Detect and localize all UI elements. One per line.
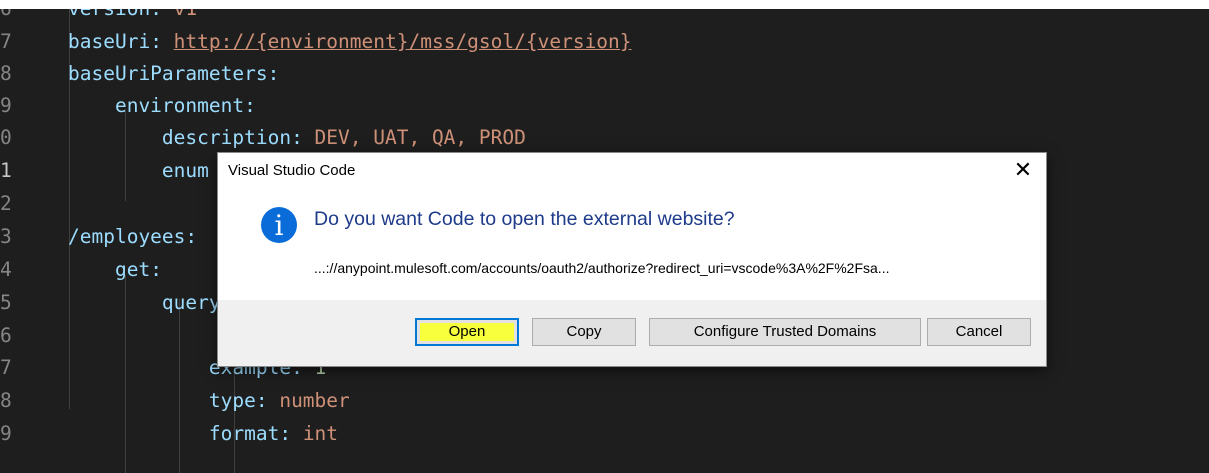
open-button[interactable]: Open	[415, 318, 519, 346]
code-token: v1	[174, 9, 197, 20]
configure-trusted-domains-button[interactable]: Configure Trusted Domains	[649, 318, 921, 346]
info-glyph: i	[274, 209, 284, 242]
code-line[interactable]: 8 baseUriParameters:	[0, 57, 1209, 90]
dialog-message: Do you want Code to open the external we…	[314, 208, 735, 230]
code-token: version	[68, 9, 150, 20]
dialog-button-bar: Open Copy Configure Trusted Domains Canc…	[218, 300, 1046, 366]
code-token: :	[279, 422, 303, 445]
line-number: 9	[0, 94, 12, 117]
code-token: description	[68, 126, 292, 149]
copy-button[interactable]: Copy	[532, 318, 636, 346]
code-token: :	[150, 9, 173, 20]
code-token: :	[291, 126, 315, 149]
code-token: get	[68, 258, 151, 281]
code-token: :	[267, 62, 280, 85]
info-icon: i	[261, 207, 297, 243]
code-token: :	[150, 30, 174, 53]
code-token: http://{environment}/mss/gsol/{version}	[173, 30, 632, 53]
open-button-label: Open	[448, 323, 486, 340]
line-number: 4	[0, 258, 12, 281]
close-button[interactable]: ✕	[1000, 153, 1046, 187]
code-line[interactable]: 7 baseUri: http://{environment}/mss/gsol/…	[0, 25, 1209, 58]
code-text: /employees:	[68, 220, 197, 253]
code-token: environment	[68, 94, 245, 117]
code-line[interactable]: 0 description: DEV, UAT, QA, PROD	[0, 121, 1209, 154]
code-token: :	[185, 225, 198, 248]
code-token: format	[68, 422, 280, 445]
code-text: format: int	[68, 417, 338, 450]
code-token: baseUri	[68, 30, 151, 53]
line-number: 1	[0, 159, 12, 182]
code-token: number	[279, 389, 350, 412]
line-number: 8	[0, 62, 12, 85]
line-number: 7	[0, 30, 12, 53]
cancel-button[interactable]: Cancel	[927, 318, 1031, 346]
code-token: type	[68, 389, 256, 412]
code-text: version: v1	[68, 9, 197, 25]
code-line[interactable]: 8 type: number	[0, 384, 1209, 417]
line-number: 3	[0, 225, 12, 248]
code-line[interactable]: 9 format: int	[0, 417, 1209, 450]
code-text: baseUriParameters:	[68, 57, 279, 90]
code-token: baseUriParameters	[68, 62, 268, 85]
code-text: description: DEV, UAT, QA, PROD	[68, 121, 526, 154]
dialog-title: Visual Studio Code	[228, 162, 356, 179]
line-number: 9	[0, 422, 12, 445]
code-text: type: number	[68, 384, 350, 417]
code-text: baseUri: http://{environment}/mss/gsol/{…	[68, 25, 632, 58]
code-token: int	[302, 422, 339, 445]
dialog-url: ...://anypoint.mulesoft.com/accounts/oau…	[314, 260, 890, 276]
code-token: enum	[68, 159, 209, 182]
line-number: 2	[0, 192, 12, 215]
line-number: 6	[0, 9, 14, 25]
code-text: environment:	[68, 89, 256, 122]
external-link-dialog[interactable]: Visual Studio Code ✕ i Do you want Code …	[218, 153, 1046, 366]
code-line[interactable]: 9 environment:	[0, 89, 1209, 122]
code-token: :	[244, 94, 256, 117]
code-token: DEV, UAT, QA, PROD	[314, 126, 526, 149]
code-line[interactable]: 6 version: v1	[0, 9, 1209, 25]
code-text: get:	[68, 253, 162, 286]
line-number: 6	[0, 324, 12, 347]
line-number: 8	[0, 389, 12, 412]
line-number: 7	[0, 356, 12, 379]
line-number: 0	[0, 126, 12, 149]
line-number: 5	[0, 291, 12, 314]
code-text: enum	[68, 154, 209, 187]
code-token: :	[150, 258, 162, 281]
code-token: /employees	[68, 225, 186, 248]
code-token: :	[255, 389, 280, 412]
